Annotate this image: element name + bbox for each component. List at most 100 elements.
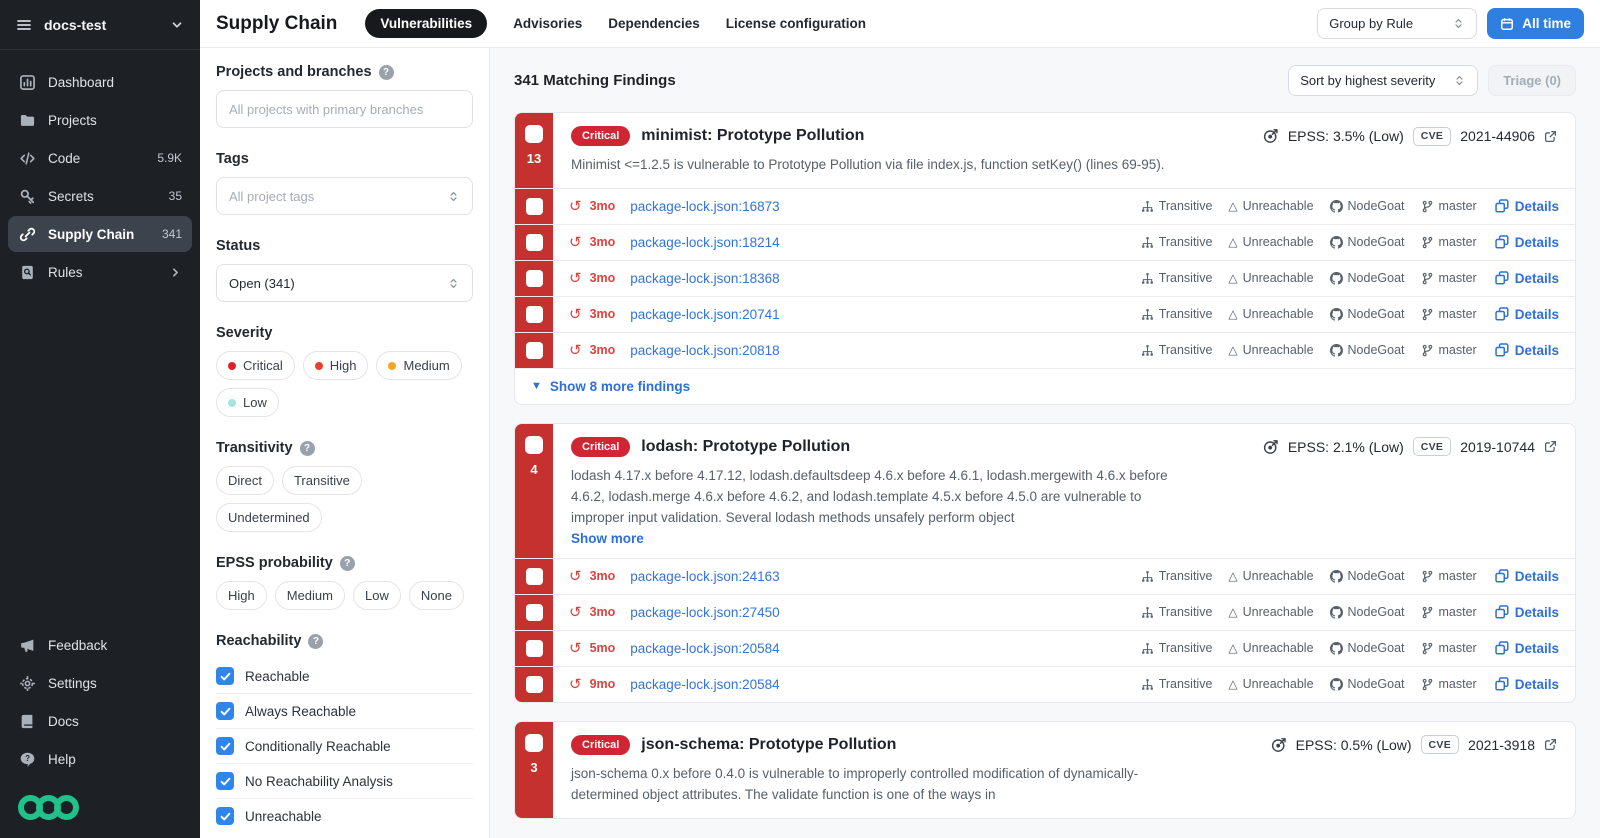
file-link[interactable]: package-lock.json:20584 [630,641,779,656]
finding-title[interactable]: json-schema: Prototype Pollution [641,736,896,754]
file-link[interactable]: package-lock.json:18368 [630,271,779,286]
select-row-checkbox[interactable] [525,341,543,359]
transitivity-pill-transitive[interactable]: Transitive [281,466,362,495]
dashboard-icon [18,73,36,91]
select-row-checkbox[interactable] [525,305,543,323]
transitivity-pill-undetermined[interactable]: Undetermined [216,503,322,532]
severity-pill-medium[interactable]: Medium [376,351,462,380]
sidebar-item-feedback[interactable]: Feedback [8,627,192,663]
repo-meta[interactable]: NodeGoat [1330,343,1405,357]
checkbox-checked[interactable] [216,737,234,755]
repo-meta[interactable]: NodeGoat [1330,271,1405,285]
repo-meta[interactable]: NodeGoat [1330,641,1405,655]
severity-pill-high[interactable]: High [302,351,369,380]
details-button[interactable]: Details [1495,271,1559,286]
repo-meta[interactable]: NodeGoat [1330,569,1405,583]
reachability-option-no-analysis[interactable]: No Reachability Analysis [216,764,473,799]
help-circle-icon[interactable]: ? [339,555,355,571]
external-link-icon[interactable] [1544,738,1557,751]
details-button[interactable]: Details [1495,605,1559,620]
select-row-checkbox[interactable] [525,567,543,585]
checkbox-checked[interactable] [216,807,234,825]
select-row-checkbox[interactable] [525,269,543,287]
severity-pill-low[interactable]: Low [216,388,279,417]
help-circle-icon[interactable]: ? [378,64,394,80]
reachability-option-conditionally-reachable[interactable]: Conditionally Reachable [216,729,473,764]
checkbox-checked[interactable] [216,667,234,685]
repo-meta[interactable]: NodeGoat [1330,199,1405,213]
sidebar-item-secrets[interactable]: Secrets 35 [8,178,192,214]
epss-pill-medium[interactable]: Medium [274,581,345,610]
tab-dependencies[interactable]: Dependencies [608,16,700,31]
file-link[interactable]: package-lock.json:16873 [630,199,779,214]
sidebar-item-rules[interactable]: Rules [8,254,192,290]
finding-title[interactable]: lodash: Prototype Pollution [641,438,850,456]
sidebar-item-settings[interactable]: Settings [8,665,192,701]
select-row-checkbox[interactable] [525,639,543,657]
sidebar-item-dashboard[interactable]: Dashboard [8,64,192,100]
select-row-checkbox[interactable] [525,675,543,693]
history-icon: ↺ [569,639,582,657]
details-button[interactable]: Details [1495,569,1559,584]
epss-pill-low[interactable]: Low [353,581,401,610]
tab-license-configuration[interactable]: License configuration [726,16,866,31]
file-link[interactable]: package-lock.json:24163 [630,569,779,584]
triage-button[interactable]: Triage (0) [1488,64,1576,96]
show-more-link[interactable]: Show more [571,531,1557,546]
show-more-findings-button[interactable]: ▼ Show 8 more findings [515,367,1575,404]
external-link-icon[interactable] [1544,130,1557,143]
file-link[interactable]: package-lock.json:20741 [630,307,779,322]
epss-pill-none[interactable]: None [408,581,464,610]
sidebar-item-code[interactable]: Code 5.9K [8,140,192,176]
checkbox-checked[interactable] [216,772,234,790]
repo-meta[interactable]: NodeGoat [1330,307,1405,321]
file-link[interactable]: package-lock.json:18214 [630,235,779,250]
select-finding-checkbox[interactable] [525,733,543,752]
details-button[interactable]: Details [1495,199,1559,214]
details-button[interactable]: Details [1495,235,1559,250]
org-switcher[interactable]: docs-test [0,0,200,50]
cve-id[interactable]: 2021-44906 [1460,128,1535,144]
select-row-checkbox[interactable] [525,197,543,215]
repo-meta[interactable]: NodeGoat [1330,605,1405,619]
file-link[interactable]: package-lock.json:20584 [630,677,779,692]
help-circle-icon[interactable]: ? [308,633,324,649]
checkbox-checked[interactable] [216,702,234,720]
reachability-option-always-reachable[interactable]: Always Reachable [216,694,473,729]
file-link[interactable]: package-lock.json:27450 [630,605,779,620]
sort-select[interactable]: Sort by highest severity [1288,64,1479,96]
sidebar-item-supply-chain[interactable]: Supply Chain 341 [8,216,192,252]
details-button[interactable]: Details [1495,343,1559,358]
details-button[interactable]: Details [1495,307,1559,322]
finding-title[interactable]: minimist: Prototype Pollution [641,127,864,145]
epss-pill-high[interactable]: High [216,581,267,610]
cve-id[interactable]: 2021-3918 [1468,737,1535,753]
select-finding-checkbox[interactable] [525,125,543,143]
tab-advisories[interactable]: Advisories [513,16,582,31]
details-button[interactable]: Details [1495,641,1559,656]
repo-meta[interactable]: NodeGoat [1330,677,1405,691]
tags-input[interactable]: All project tags [216,177,473,215]
projects-input[interactable]: All projects with primary branches [216,90,473,128]
status-select[interactable]: Open (341) [216,264,473,302]
reachability-option-reachable[interactable]: Reachable [216,659,473,694]
select-row-checkbox[interactable] [525,233,543,251]
transitivity-pill-direct[interactable]: Direct [216,466,274,495]
sidebar-item-docs[interactable]: Docs [8,703,192,739]
help-circle-icon[interactable]: ? [299,440,315,456]
select-finding-checkbox[interactable] [525,435,543,454]
external-link-icon[interactable] [1544,440,1557,453]
sidebar-item-help[interactable]: Help [8,741,192,777]
menu-icon[interactable] [16,17,32,33]
file-link[interactable]: package-lock.json:20818 [630,343,779,358]
reachability-option-unreachable[interactable]: Unreachable [216,799,473,833]
severity-pill-critical[interactable]: Critical [216,351,295,380]
tab-vulnerabilities[interactable]: Vulnerabilities [365,9,488,38]
cve-id[interactable]: 2019-10744 [1460,439,1535,455]
details-button[interactable]: Details [1495,677,1559,692]
sidebar-item-projects[interactable]: Projects [8,102,192,138]
group-by-select[interactable]: Group by Rule [1317,8,1478,39]
select-row-checkbox[interactable] [525,603,543,621]
time-range-button[interactable]: All time [1487,8,1584,39]
repo-meta[interactable]: NodeGoat [1330,235,1405,249]
